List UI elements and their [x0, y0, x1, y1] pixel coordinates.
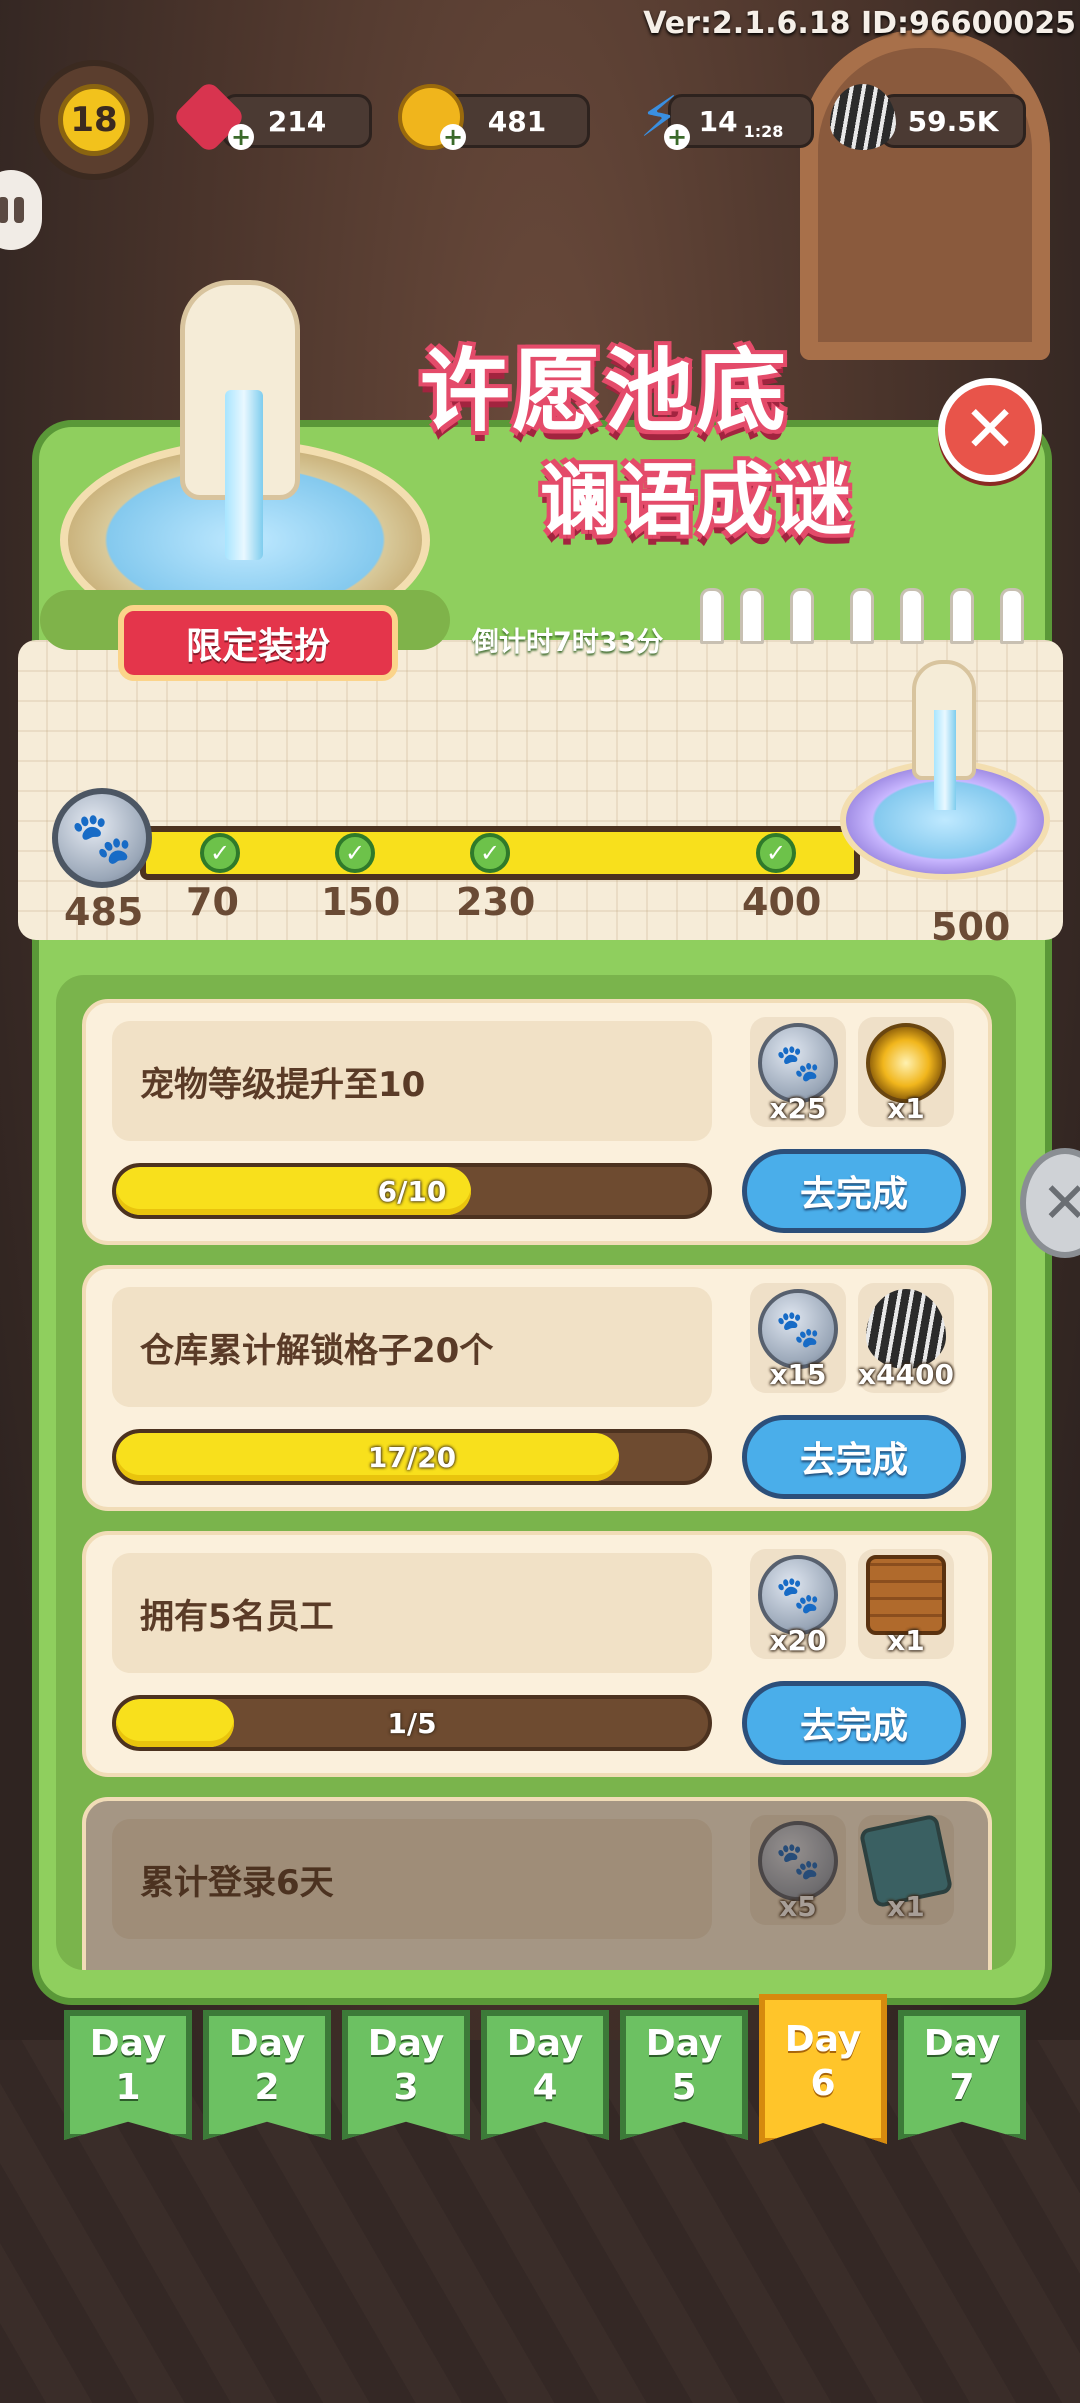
task-card: 拥有5名员工 1/5 🐾 x20 x1 去完成	[82, 1531, 992, 1777]
reward-count: x15	[769, 1358, 827, 1391]
reward-slot: x1	[858, 1017, 954, 1127]
gem-count: 214	[267, 104, 327, 138]
task-progress-bar: 1/5	[112, 1695, 712, 1751]
limited-outfit-tag: 限定装扮	[118, 605, 398, 681]
paw-points-icon: 🐾	[52, 788, 152, 888]
paw-coin-icon: 🐾	[758, 1555, 838, 1635]
day-tab-7[interactable]: Day 7	[898, 2010, 1026, 2140]
milestone-check-icon: ✓	[470, 833, 510, 873]
day-tab-1[interactable]: Day 1	[64, 2010, 192, 2140]
day-tab-3[interactable]: Day 3	[342, 2010, 470, 2140]
reward-count: x25	[769, 1092, 827, 1125]
level-number: 18	[58, 84, 130, 156]
day-tab-word: Day	[228, 2023, 306, 2064]
add-gems-plus-icon[interactable]: +	[228, 124, 254, 150]
task-progress-bar: 6/10	[112, 1163, 712, 1219]
milestone-label: 70	[186, 880, 239, 924]
day-tab-number: 7	[949, 2067, 975, 2108]
task-list[interactable]: 宠物等级提升至10 6/10 🐾 x25 x1 去完成 仓库累计解锁格子20个 …	[56, 975, 1016, 1970]
coin-count: 481	[487, 104, 547, 138]
reward-slot: x1	[858, 1549, 954, 1659]
locked-overlay	[86, 1801, 988, 1970]
task-progress-text: 6/10	[377, 1174, 447, 1208]
reward-slot: 🐾 x20	[750, 1549, 846, 1659]
task-progress-text: 17/20	[367, 1440, 457, 1474]
sunflower-seed-icon	[866, 1289, 946, 1369]
day-tab-6[interactable]: Day 6	[759, 1994, 887, 2144]
add-coins-plus-icon[interactable]: +	[440, 124, 466, 150]
task-description: 拥有5名员工	[112, 1553, 712, 1673]
task-card: 宠物等级提升至10 6/10 🐾 x25 x1 去完成	[82, 999, 992, 1245]
room-window	[800, 30, 1050, 360]
day-tab-2[interactable]: Day 2	[203, 2010, 331, 2140]
task-progress-bar: 17/20	[112, 1429, 712, 1485]
milestone-check-icon: ✓	[200, 833, 240, 873]
milestone-label: 400	[742, 880, 822, 924]
milestone-check-icon: ✓	[756, 833, 796, 873]
day-tab-5[interactable]: Day 5	[620, 2010, 748, 2140]
reward-count: x4400	[858, 1358, 954, 1391]
reward-count: x20	[769, 1624, 827, 1657]
paw-coin-icon: 🐾	[758, 1289, 838, 1369]
fence-decoration	[690, 584, 1050, 644]
day-tab-number: 5	[671, 2067, 697, 2108]
task-description: 宠物等级提升至10	[112, 1021, 712, 1141]
go-complete-button[interactable]: 去完成	[742, 1149, 966, 1233]
milestone-label: 150	[321, 880, 401, 924]
energy-timer: 1:28	[743, 121, 784, 141]
day-tab-number: 6	[810, 2063, 836, 2104]
day-tab-word: Day	[923, 2023, 1001, 2064]
close-button[interactable]: ✕	[938, 378, 1042, 482]
current-points: 485	[64, 890, 144, 934]
seed-count: 59.5K	[907, 104, 999, 138]
task-description: 仓库累计解锁格子20个	[112, 1287, 712, 1407]
reward-count: x1	[887, 1092, 925, 1125]
wooden-chest-icon	[866, 1555, 946, 1635]
day-tab-word: Day	[645, 2023, 723, 2064]
fountain-reward-icon[interactable]	[820, 650, 1070, 910]
go-complete-button[interactable]: 去完成	[742, 1415, 966, 1499]
task-card: 仓库累计解锁格子20个 17/20 🐾 x15 x4400 去完成	[82, 1265, 992, 1511]
task-progress-text: 1/5	[387, 1706, 437, 1740]
go-complete-button[interactable]: 去完成	[742, 1681, 966, 1765]
day-tab-word: Day	[784, 2019, 862, 2060]
version-label: Ver:2.1.6.18 ID:96600025	[643, 6, 1076, 41]
golden-compass-icon	[866, 1023, 946, 1103]
day-tab-word: Day	[367, 2023, 445, 2064]
task-card-locked: 累计登录6天 🐾 x5 x1	[82, 1797, 992, 1970]
reward-slot: x4400	[858, 1283, 954, 1393]
reward-count: x1	[887, 1624, 925, 1657]
energy-count: 14	[698, 104, 738, 138]
day-tab-number: 3	[393, 2067, 419, 2108]
milestone-label: 230	[456, 880, 536, 924]
paw-coin-icon: 🐾	[758, 1023, 838, 1103]
add-energy-plus-icon[interactable]: +	[664, 124, 690, 150]
day-tab-word: Day	[89, 2023, 167, 2064]
day-tab-number: 4	[532, 2067, 558, 2108]
reward-slot: 🐾 x15	[750, 1283, 846, 1393]
coin-counter[interactable]: 481	[444, 94, 590, 148]
day-tab-number: 1	[115, 2067, 141, 2108]
day-tab-4[interactable]: Day 4	[481, 2010, 609, 2140]
reward-slot: 🐾 x25	[750, 1017, 846, 1127]
day-tab-word: Day	[506, 2023, 584, 2064]
level-badge[interactable]: 18	[34, 60, 154, 180]
close-icon: ✕	[963, 393, 1017, 467]
milestone-label: 500	[931, 905, 1011, 949]
event-title-line2: 谰语成谜	[540, 456, 853, 546]
countdown-timer: 倒计时7时33分	[472, 627, 664, 658]
event-title-line1: 许愿池底	[420, 339, 788, 444]
day-tab-number: 2	[254, 2067, 280, 2108]
seed-counter[interactable]: 59.5K	[880, 94, 1026, 148]
milestone-check-icon: ✓	[335, 833, 375, 873]
